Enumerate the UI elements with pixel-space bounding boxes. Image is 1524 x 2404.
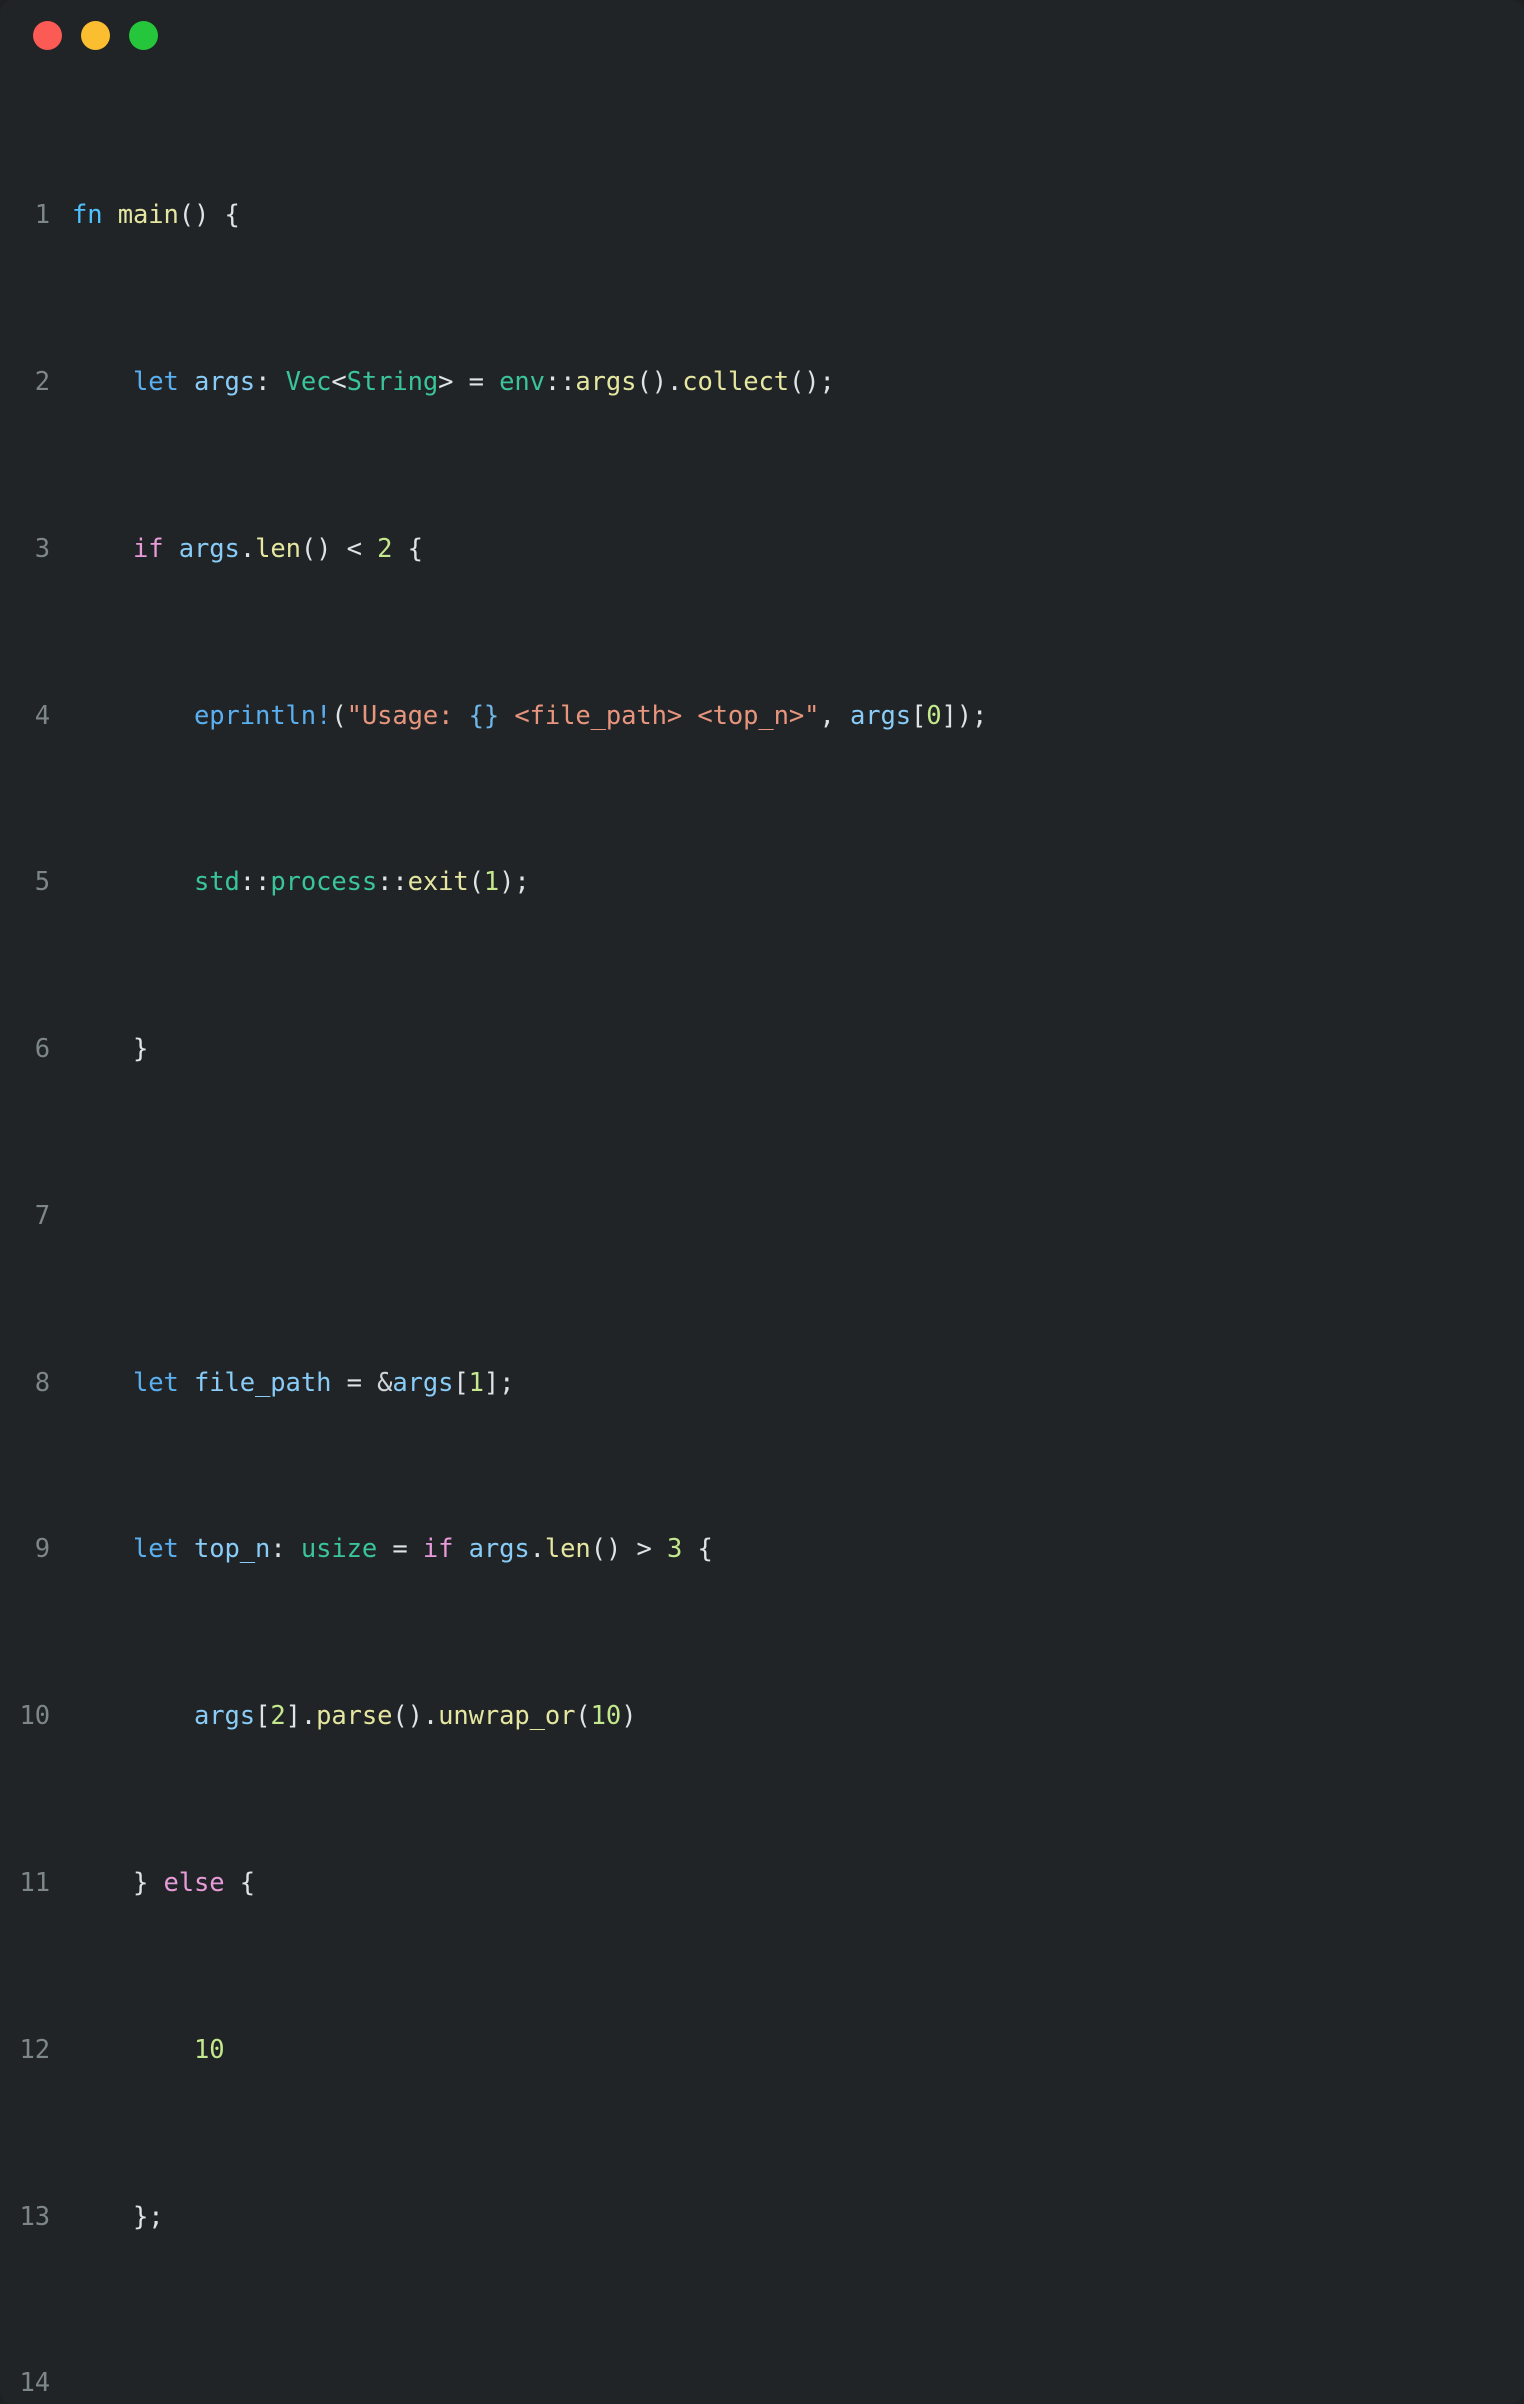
window-titlebar [0,0,1524,70]
line-source[interactable]: let top_n: usize = if args.len() > 3 { [72,1529,1524,1571]
line-source[interactable]: } [72,1029,1524,1071]
code-editor-window: 1 fn main() { 2 let args: Vec<String> = e… [0,0,1524,2404]
line-source[interactable]: } else { [72,1863,1524,1905]
code-line: 13 }; [0,2197,1524,2239]
line-number: 12 [19,2034,50,2065]
line-number: 13 [19,2201,50,2232]
line-number: 5 [34,867,50,898]
code-line: 4 eprintln!("Usage: {} <file_path> <top_… [0,696,1524,738]
code-line: 8 let file_path = &args[1]; [0,1363,1524,1405]
line-source[interactable]: fn main() { [72,195,1524,237]
line-number: 1 [34,200,50,231]
code-line: 1 fn main() { [0,195,1524,237]
line-number: 11 [19,1868,50,1899]
code-line: 7 [0,1196,1524,1238]
line-source[interactable]: 10 [72,2030,1524,2072]
line-number: 7 [34,1200,50,1231]
line-source[interactable]: args[2].parse().unwrap_or(10) [72,1696,1524,1738]
code-line: 12 10 [0,2030,1524,2072]
line-source[interactable] [72,2363,1524,2404]
code-line: 11 } else { [0,1863,1524,1905]
code-line: 14 [0,2363,1524,2404]
line-number: 10 [19,1701,50,1732]
line-source[interactable]: let args: Vec<String> = env::args().coll… [72,362,1524,404]
minimize-window-button[interactable] [81,20,110,50]
line-number: 4 [34,700,50,731]
code-line: 9 let top_n: usize = if args.len() > 3 { [0,1529,1524,1571]
code-line: 6 } [0,1029,1524,1071]
code-content[interactable]: 1 fn main() { 2 let args: Vec<String> = e… [0,70,1524,2404]
code-line: 2 let args: Vec<String> = env::args().co… [0,362,1524,404]
line-source[interactable] [72,1196,1524,1238]
code-line: 3 if args.len() < 2 { [0,529,1524,571]
line-number: 3 [34,533,50,564]
line-number: 8 [34,1367,50,1398]
code-line: 10 args[2].parse().unwrap_or(10) [0,1696,1524,1738]
line-source[interactable]: eprintln!("Usage: {} <file_path> <top_n>… [72,696,1524,738]
line-source[interactable]: if args.len() < 2 { [72,529,1524,571]
code-line: 5 std::process::exit(1); [0,862,1524,904]
close-window-button[interactable] [33,20,62,50]
line-source[interactable]: }; [72,2197,1524,2239]
line-number: 2 [34,366,50,397]
line-number: 14 [19,2368,50,2399]
line-source[interactable]: std::process::exit(1); [72,862,1524,904]
line-source[interactable]: let file_path = &args[1]; [72,1363,1524,1405]
line-number: 9 [34,1534,50,1565]
line-number: 6 [34,1034,50,1065]
maximize-window-button[interactable] [129,20,158,50]
